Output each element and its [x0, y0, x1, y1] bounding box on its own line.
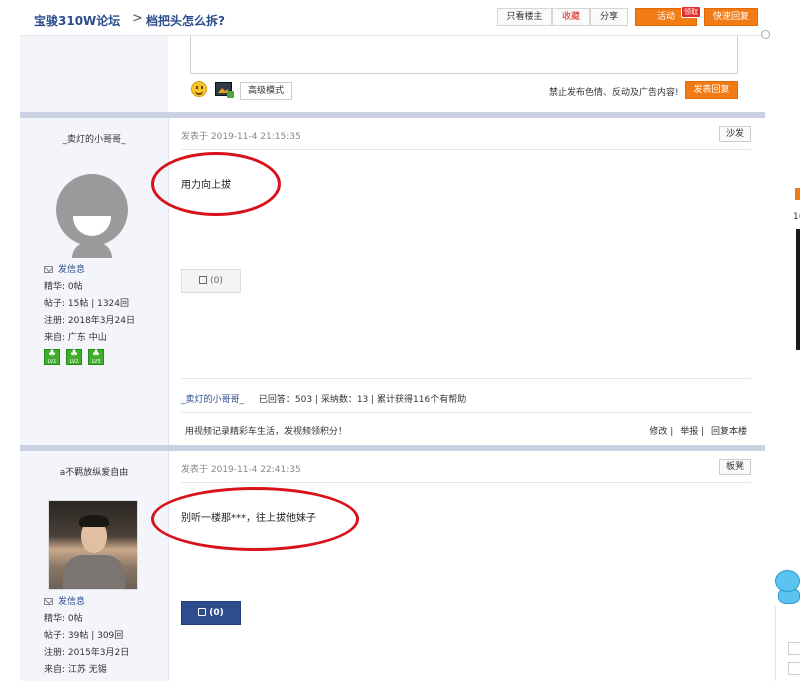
side-toolbar	[775, 606, 800, 681]
send-message-link[interactable]: 发信息	[44, 594, 129, 611]
post-actions: 修改 | 举报 | 回复本楼	[649, 427, 747, 437]
user-registered: 注册: 2018年3月24日	[44, 316, 135, 326]
level-badge-icon: LV2	[66, 348, 82, 365]
floor-label[interactable]: 沙发	[719, 126, 751, 142]
share-button[interactable]: 分享	[590, 8, 628, 26]
divider	[181, 378, 751, 379]
close-icon[interactable]	[761, 30, 770, 39]
toolbar-button[interactable]	[788, 662, 800, 675]
thread-title: 档把头怎么拆?	[146, 14, 225, 28]
breadcrumb-separator: >	[132, 11, 143, 26]
breadcrumb-forum[interactable]: 宝骏310W论坛	[34, 12, 120, 29]
stats-text: 已回答：503 | 采纳数：13 | 累计获得116个有帮助	[258, 395, 467, 405]
user-posts: 帖子: 15帖 | 1324回	[44, 299, 130, 309]
level-badge-icon: LV3	[88, 348, 104, 365]
user-stats: _卖灯的小哥哥_ 已回答：503 | 采纳数：13 | 累计获得116个有帮助	[181, 392, 466, 405]
send-message-link[interactable]: 发信息	[44, 262, 135, 279]
side-widget-marker	[795, 188, 800, 200]
editor-sidebar	[20, 36, 168, 112]
posting-notice: 禁止发布色情、反动及广告内容!	[549, 88, 679, 98]
like-button[interactable]: (0)	[181, 601, 241, 625]
red-circle-annotation	[151, 152, 281, 216]
thumbs-up-icon	[198, 608, 207, 616]
edit-link[interactable]: 修改	[649, 427, 667, 437]
toolbar-button[interactable]	[788, 642, 800, 655]
level-badge-icon: LV1	[44, 348, 60, 365]
reply-textarea[interactable]	[190, 36, 738, 74]
envelope-icon	[44, 598, 53, 605]
author-only-button[interactable]: 只看楼主	[497, 8, 552, 26]
post-date: 发表于 2019-11-4 22:41:35	[181, 465, 301, 475]
avatar[interactable]	[56, 174, 128, 258]
favorite-button[interactable]: 收藏	[552, 8, 590, 26]
divider	[181, 412, 751, 413]
username[interactable]: a不羁放纵爱自由	[20, 465, 168, 478]
like-count: (0)	[210, 276, 223, 286]
like-count: (0)	[209, 608, 224, 618]
side-widget-image	[796, 229, 800, 350]
user-essence: 精华: 0帖	[44, 282, 83, 292]
avatar[interactable]	[48, 500, 138, 590]
floor-label[interactable]: 板凳	[719, 459, 751, 475]
divider	[181, 482, 751, 483]
image-upload-icon[interactable]	[215, 82, 234, 98]
side-widget-text: 1(	[793, 212, 800, 222]
quick-reply-button[interactable]: 快速回复	[704, 8, 758, 26]
advanced-mode-button[interactable]: 高级模式	[240, 82, 292, 100]
send-message-label[interactable]: 发信息	[58, 265, 85, 275]
user-sidebar: a不羁放纵爱自由 发信息 精华: 0帖 帖子: 39帖 | 309回 注册: 2…	[20, 451, 168, 681]
envelope-icon	[44, 266, 53, 273]
report-link[interactable]: 举报	[680, 427, 698, 437]
reply-floor-link[interactable]: 回复本楼	[711, 427, 747, 437]
user-posts: 帖子: 39帖 | 309回	[44, 631, 124, 641]
user-sidebar: _卖灯的小哥哥_ 发信息 精华: 0帖 帖子: 15帖 | 1324回 注册: …	[20, 118, 168, 445]
username[interactable]: _卖灯的小哥哥_	[20, 132, 168, 145]
thread-header: 宝骏310W论坛 > 档把头怎么拆? 只看楼主 收藏 分享 活动 领取 快速回复	[20, 0, 765, 36]
post-content-area: 发表于 2019-11-4 22:41:35 板凳 别听一楼那***，往上拔他妹…	[151, 451, 765, 681]
like-button[interactable]: (0)	[181, 269, 241, 293]
user-registered: 注册: 2015年3月2日	[44, 648, 130, 658]
post-floor-3: a不羁放纵爱自由 发信息 精华: 0帖 帖子: 39帖 | 309回 注册: 2…	[20, 451, 765, 681]
mascot-icon[interactable]	[773, 570, 800, 606]
smiley-icon[interactable]	[191, 81, 207, 97]
user-location: 来自: 江苏 无锡	[44, 665, 107, 675]
divider	[181, 149, 751, 150]
signature[interactable]: 用视频记录精彩车生活，发视频领积分！	[185, 424, 347, 437]
send-message-label[interactable]: 发信息	[58, 597, 85, 607]
post-floor-2: _卖灯的小哥哥_ 发信息 精华: 0帖 帖子: 15帖 | 1324回 注册: …	[20, 118, 765, 445]
claim-badge: 领取	[681, 6, 701, 18]
level-badges: LV1 LV2 LV3	[44, 348, 114, 367]
user-essence: 精华: 0帖	[44, 614, 83, 624]
post-content-area: 发表于 2019-11-4 21:15:35 沙发 用力向上拔 (0) _卖灯的…	[151, 118, 765, 445]
post-date: 发表于 2019-11-4 21:15:35	[181, 132, 301, 142]
publish-reply-button[interactable]: 发表回复	[685, 81, 738, 99]
user-location: 来自: 广东 中山	[44, 333, 107, 343]
red-circle-annotation	[151, 487, 359, 551]
thumbs-up-icon	[199, 276, 208, 284]
stats-username[interactable]: _卖灯的小哥哥_	[181, 395, 244, 405]
